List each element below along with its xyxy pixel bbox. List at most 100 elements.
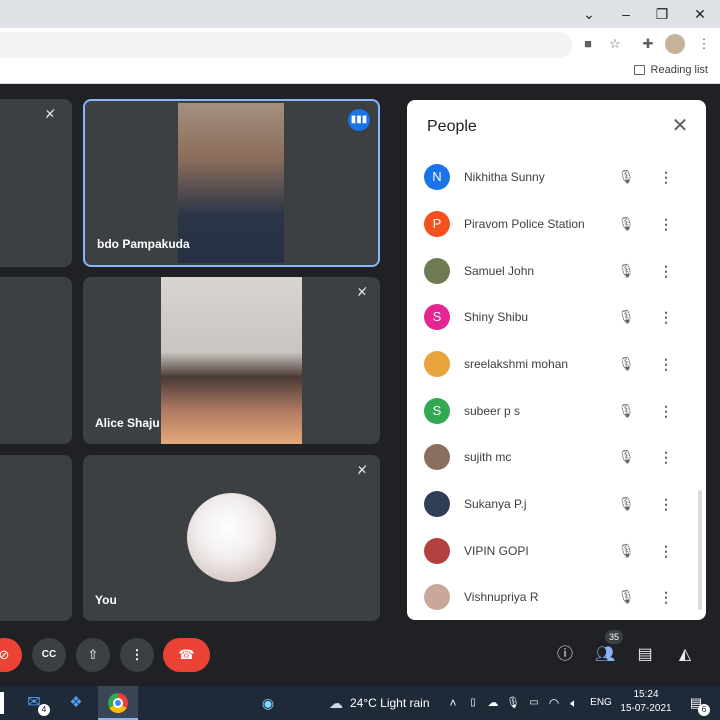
participant-tile-bdo-pampakuda[interactable]: ▮▮▮ bdo Pampakuda bbox=[83, 99, 380, 267]
close-panel-icon[interactable]: ✕ bbox=[668, 114, 692, 138]
volume-icon[interactable]: 🔈︎ bbox=[566, 692, 582, 714]
list-item[interactable]: S Shiny Shibu 🎙︎ ⋮ bbox=[407, 296, 697, 342]
address-bar-row: ■ ☆ ✚ ⋮ bbox=[0, 28, 720, 60]
clock-date: 15-07-2021 bbox=[620, 703, 672, 714]
language-indicator[interactable]: ENG bbox=[588, 692, 614, 714]
avatar bbox=[424, 258, 450, 284]
avatar: P bbox=[424, 211, 450, 237]
participant-video bbox=[161, 277, 302, 444]
more-options-icon[interactable]: ⋮ bbox=[657, 446, 675, 468]
list-item[interactable]: VIPIN GOPI 🎙︎ ⋮ bbox=[407, 530, 697, 576]
extensions-icon[interactable]: ✚ bbox=[638, 34, 658, 54]
more-options-icon[interactable]: ⋮ bbox=[657, 586, 675, 608]
participant-tile-partial bbox=[0, 277, 72, 444]
bookmark-star-icon[interactable]: ☆ bbox=[605, 34, 625, 54]
more-options-icon[interactable]: ⋮ bbox=[657, 493, 675, 515]
list-item[interactable]: Sukanya P.j 🎙︎ ⋮ bbox=[407, 483, 697, 529]
windows-taskbar: ✉ 4 ❖ ◉ ☁ 24°C Light rain ˄ ▯ ☁ 🎙︎ ▭ ◠ 🔈… bbox=[0, 686, 720, 720]
tray-icon[interactable]: ▯ bbox=[466, 692, 480, 714]
mic-icon[interactable]: 🎙︎ bbox=[506, 692, 520, 714]
panel-title: People bbox=[427, 118, 477, 135]
mic-off-icon: 🎙︎ bbox=[617, 309, 635, 324]
avatar: N bbox=[424, 164, 450, 190]
participant-name: Alice Shaju bbox=[95, 416, 160, 430]
more-options-icon[interactable]: ⋮ bbox=[657, 540, 675, 562]
captions-button[interactable]: CC bbox=[32, 638, 66, 672]
panel-scrollbar[interactable] bbox=[698, 490, 702, 610]
list-item[interactable]: Vishnupriya R 🎙︎ ⋮ bbox=[407, 576, 697, 620]
mic-off-icon: 🎙︎ bbox=[617, 589, 635, 604]
mic-off-icon: 🎙︎ bbox=[617, 216, 635, 231]
close-window-icon[interactable]: ✕ bbox=[688, 4, 712, 24]
participant-tile-you[interactable]: ✕̸ You bbox=[83, 455, 380, 621]
clock[interactable]: 15:24 15-07-2021 bbox=[614, 688, 678, 716]
notification-badge: 6 bbox=[698, 704, 710, 716]
mail-badge: 4 bbox=[38, 704, 50, 716]
list-item[interactable]: Samuel John 🎙︎ ⋮ bbox=[407, 250, 697, 296]
participant-tile-alice-shaju[interactable]: ✕̸ Alice Shaju bbox=[83, 277, 380, 444]
more-options-icon[interactable]: ⋮ bbox=[657, 400, 675, 422]
participant-name: sujith mc bbox=[464, 450, 512, 464]
meeting-info-icon[interactable]: ⓘ bbox=[552, 642, 578, 668]
chrome-icon bbox=[108, 693, 128, 713]
omnibox[interactable] bbox=[0, 32, 572, 58]
more-options-icon[interactable]: ⋮ bbox=[657, 306, 675, 328]
dropbox-icon[interactable]: ❖ bbox=[64, 692, 88, 714]
participant-count-badge: 35 bbox=[605, 630, 623, 644]
more-options-icon[interactable]: ⋮ bbox=[657, 260, 675, 282]
reading-list-icon bbox=[633, 65, 645, 75]
tab-search-chevron-down-icon[interactable]: ⌄ bbox=[577, 4, 601, 24]
participant-name: Samuel John bbox=[464, 264, 535, 278]
people-panel: People ✕ N Nikhitha Sunny 🎙︎ ⋮ P Piravom… bbox=[407, 100, 706, 620]
mic-off-icon: 🎙︎ bbox=[617, 543, 635, 558]
list-item[interactable]: N Nikhitha Sunny 🎙︎ ⋮ bbox=[407, 156, 697, 202]
more-options-button[interactable]: ⋮ bbox=[120, 638, 154, 672]
participant-name: Sukanya P.j bbox=[464, 497, 527, 511]
avatar: S bbox=[424, 398, 450, 424]
reading-list-button[interactable]: Reading list bbox=[633, 64, 708, 76]
cloud-icon[interactable]: ☁ bbox=[486, 692, 500, 714]
mic-off-icon: ✕̸ bbox=[356, 285, 368, 299]
chevron-up-icon[interactable]: ˄ bbox=[446, 692, 460, 714]
restore-icon[interactable]: ❐ bbox=[650, 4, 674, 24]
weather-text[interactable]: 24°C Light rain bbox=[350, 692, 440, 714]
more-vert-icon[interactable]: ⋮ bbox=[694, 34, 714, 54]
speaking-indicator-icon: ▮▮▮ bbox=[348, 109, 370, 131]
avatar bbox=[187, 493, 276, 582]
leave-call-button[interactable]: ☎ bbox=[163, 638, 210, 672]
list-item[interactable]: P Piravom Police Station 🎙︎ ⋮ bbox=[407, 203, 697, 249]
mic-off-icon: 🎙︎ bbox=[617, 449, 635, 464]
list-item[interactable]: sujith mc 🎙︎ ⋮ bbox=[407, 436, 697, 482]
participant-name: bdo Pampakuda bbox=[97, 237, 190, 251]
activities-icon[interactable]: ◭ bbox=[672, 642, 698, 668]
minimize-icon[interactable]: – bbox=[614, 4, 638, 24]
avatar bbox=[424, 351, 450, 377]
participant-tile-partial: ✕̸ bbox=[0, 99, 72, 267]
reading-list-label: Reading list bbox=[650, 64, 708, 76]
chrome-taskbar-button[interactable] bbox=[98, 686, 138, 720]
browser-titlebar: ⌄ – ❐ ✕ bbox=[0, 0, 720, 28]
list-item[interactable]: S subeer p s 🎙︎ ⋮ bbox=[407, 390, 697, 436]
participant-name: VIPIN GOPI bbox=[464, 544, 529, 558]
more-options-icon[interactable]: ⋮ bbox=[657, 353, 675, 375]
camera-icon[interactable]: ■ bbox=[578, 34, 598, 54]
wifi-icon[interactable]: ◠ bbox=[546, 692, 562, 714]
participant-name: sreelakshmi mohan bbox=[464, 357, 569, 371]
avatar bbox=[424, 491, 450, 517]
people-icon[interactable]: 👥︎ bbox=[592, 642, 618, 668]
participant-name: Nikhitha Sunny bbox=[464, 170, 545, 184]
list-item[interactable]: sreelakshmi mohan 🎙︎ ⋮ bbox=[407, 343, 697, 389]
participant-name: Vishnupriya R bbox=[464, 590, 539, 604]
chat-icon[interactable]: ▤ bbox=[632, 642, 658, 668]
profile-avatar[interactable] bbox=[665, 34, 685, 54]
mic-off-icon: 🎙︎ bbox=[617, 496, 635, 511]
app-icon[interactable]: ◉ bbox=[257, 692, 279, 714]
present-screen-button[interactable]: ⇧ bbox=[76, 638, 110, 672]
avatar bbox=[424, 538, 450, 564]
more-options-icon[interactable]: ⋮ bbox=[657, 166, 675, 188]
participant-tile-partial bbox=[0, 455, 72, 621]
participant-name: subeer p s bbox=[464, 404, 521, 418]
more-options-icon[interactable]: ⋮ bbox=[657, 213, 675, 235]
avatar bbox=[424, 444, 450, 470]
battery-icon[interactable]: ▭ bbox=[526, 692, 542, 714]
